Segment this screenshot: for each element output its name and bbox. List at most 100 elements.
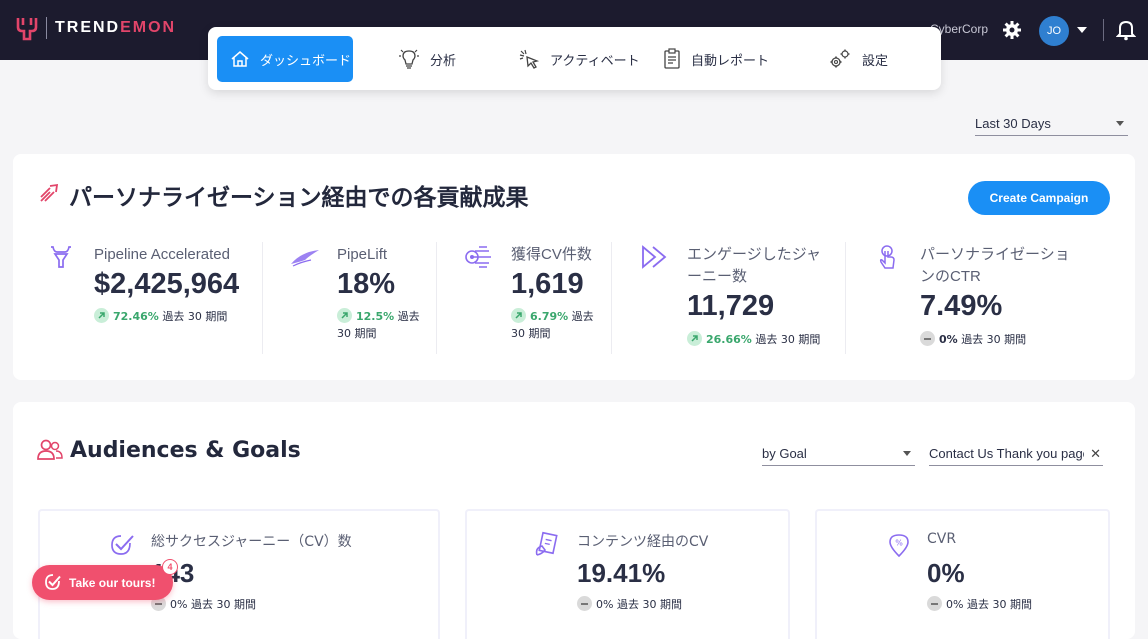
metric-change-text: 過去 [571,310,594,323]
gears-icon [830,49,850,68]
date-range-value: Last 30 Days [975,116,1051,131]
nav-item-analytics[interactable]: 分析 [398,36,456,82]
metric-change-text: 過去 30 期間 [755,333,821,346]
goal-card-change-text: 過去 30 期間 [966,598,1032,611]
audiences-goals-card: Audiences & Goals by Goal Contact Us Tha… [13,402,1135,639]
metric-change-pct: 26.66% [706,333,752,346]
group-by-value: by Goal [762,446,807,461]
chevron-down-icon[interactable] [1077,27,1087,33]
metric-label: Pipeline Accelerated [94,246,230,263]
caret-down-icon [1116,121,1124,126]
goal-card-change-pct: 0% [946,598,964,611]
nav-label: 分析 [430,53,457,69]
nav-item-activate[interactable]: アクティベート [518,36,640,82]
trend-up-icon [94,308,109,323]
metric-label: 獲得CV件数 [511,246,592,263]
metric-divider [436,242,437,354]
avatar[interactable]: JO [1039,16,1069,46]
metric-label: エンゲージしたジャ ーニー数 [687,246,821,285]
personalization-card: パーソナライゼーション経由での各貢献成果 Create Campaign Pip… [13,154,1135,380]
check-circle-icon [45,574,61,590]
goal-card-change-pct: 0% [170,598,188,611]
cursor-click-icon [519,49,540,69]
create-campaign-button[interactable]: Create Campaign [968,181,1110,215]
date-range-select[interactable]: Last 30 Days [975,112,1128,136]
metric-divider [845,242,846,354]
nav-item-settings[interactable]: 設定 [828,36,888,82]
close-icon[interactable]: ✕ [1090,446,1101,462]
metric-change-pct: 0% [939,333,958,346]
goal-filter-input[interactable]: Contact Us Thank you page ✕ [929,442,1103,466]
metric-change-text: 過去 30 期間 [961,333,1027,346]
trendemon-logo-icon [16,18,38,41]
take-tours-button[interactable]: Take our tours! 4 [32,559,178,600]
trend-up-icon [511,308,526,323]
topbar-divider [1103,19,1104,41]
metric-value: 11,729 [687,290,775,322]
metric-change: 72.46% 過去 30 期間 [94,308,274,325]
percent-pin-icon: % [889,534,909,558]
personalization-title: パーソナライゼーション経由での各貢献成果 [69,185,529,211]
report-icon [664,48,680,69]
metric-change: 0% 過去 30 期間 [920,331,1090,348]
metric-change: 6.79% 過去 30 期間 [511,308,601,342]
metric-divider [611,242,612,354]
rocket-launch-icon [40,183,59,202]
lightbulb-icon [399,49,419,69]
home-icon [231,51,249,67]
group-by-select[interactable]: by Goal [762,442,915,466]
metric-value: 1,619 [511,268,584,300]
metric-change-text-2: 30 期間 [337,327,377,340]
brand-logo[interactable]: TRENDEMON [16,14,176,42]
goal-card-value: 0% [927,558,965,588]
logo-divider [46,17,47,39]
metric-value: 7.49% [920,290,1003,322]
goal-card-content-cv: コンテンツ経由のCV 19.41% 0% 過去 30 期間 [465,509,790,639]
gear-icon[interactable] [1002,20,1022,40]
metric-change: 12.5% 過去 30 期間 [337,308,427,342]
nav-label: 設定 [862,53,889,69]
goal-card-change: 0% 過去 30 期間 [577,596,682,612]
funnel-icon [51,246,71,268]
brand-name: TRENDEMON [55,19,177,36]
tour-count-badge: 4 [162,559,178,575]
trend-up-icon [687,331,702,346]
wing-icon [291,250,319,267]
bell-icon[interactable] [1116,19,1136,41]
fast-forward-icon [642,245,667,269]
goal-card-change-pct: 0% [596,598,614,611]
users-icon [37,439,63,460]
nav-item-auto-report[interactable]: 自動レポート [663,36,769,82]
audiences-title: Audiences & Goals [70,438,301,463]
nav-label: 自動レポート [691,53,770,69]
trend-neutral-icon [920,331,935,346]
goal-card-label: CVR [927,531,957,547]
goal-card-label: コンテンツ経由のCV [577,534,709,550]
goal-card-change-text: 過去 30 期間 [190,598,256,611]
nav-label: ダッシュボード [260,53,352,69]
touch-icon [879,245,895,269]
metric-label: PipeLift [337,246,388,263]
goal-card-change-text: 過去 30 期間 [616,598,682,611]
metric-change-pct: 6.79% [530,310,569,323]
goal-card-value: 19.41% [577,558,666,588]
svg-text:%: % [895,539,903,548]
goal-card-change: 0% 過去 30 期間 [927,596,1032,612]
caret-down-icon [903,451,911,456]
metric-change-text: 過去 30 期間 [162,310,228,323]
check-circle-icon [111,535,134,555]
take-tours-label: Take our tours! [69,575,156,590]
goal-card-change: 0% 過去 30 期間 [151,596,256,612]
metric-value: 18% [337,268,396,300]
metric-change: 26.66% 過去 30 期間 [687,331,857,348]
goal-card-label: 総サクセスジャーニー（CV）数 [151,534,352,550]
nav-item-dashboard[interactable]: ダッシュボード [217,36,353,82]
speed-target-icon [465,246,491,268]
trend-neutral-icon [577,596,592,611]
goal-filter-value: Contact Us Thank you page [929,446,1084,461]
metric-change-text-2: 30 期間 [511,327,551,340]
metric-divider [262,242,263,354]
goal-card-cvr: % CVR 0% 0% 過去 30 期間 [815,509,1110,639]
metric-label: パーソナライゼーショ ンのCTR [920,246,1070,285]
trend-up-icon [337,308,352,323]
